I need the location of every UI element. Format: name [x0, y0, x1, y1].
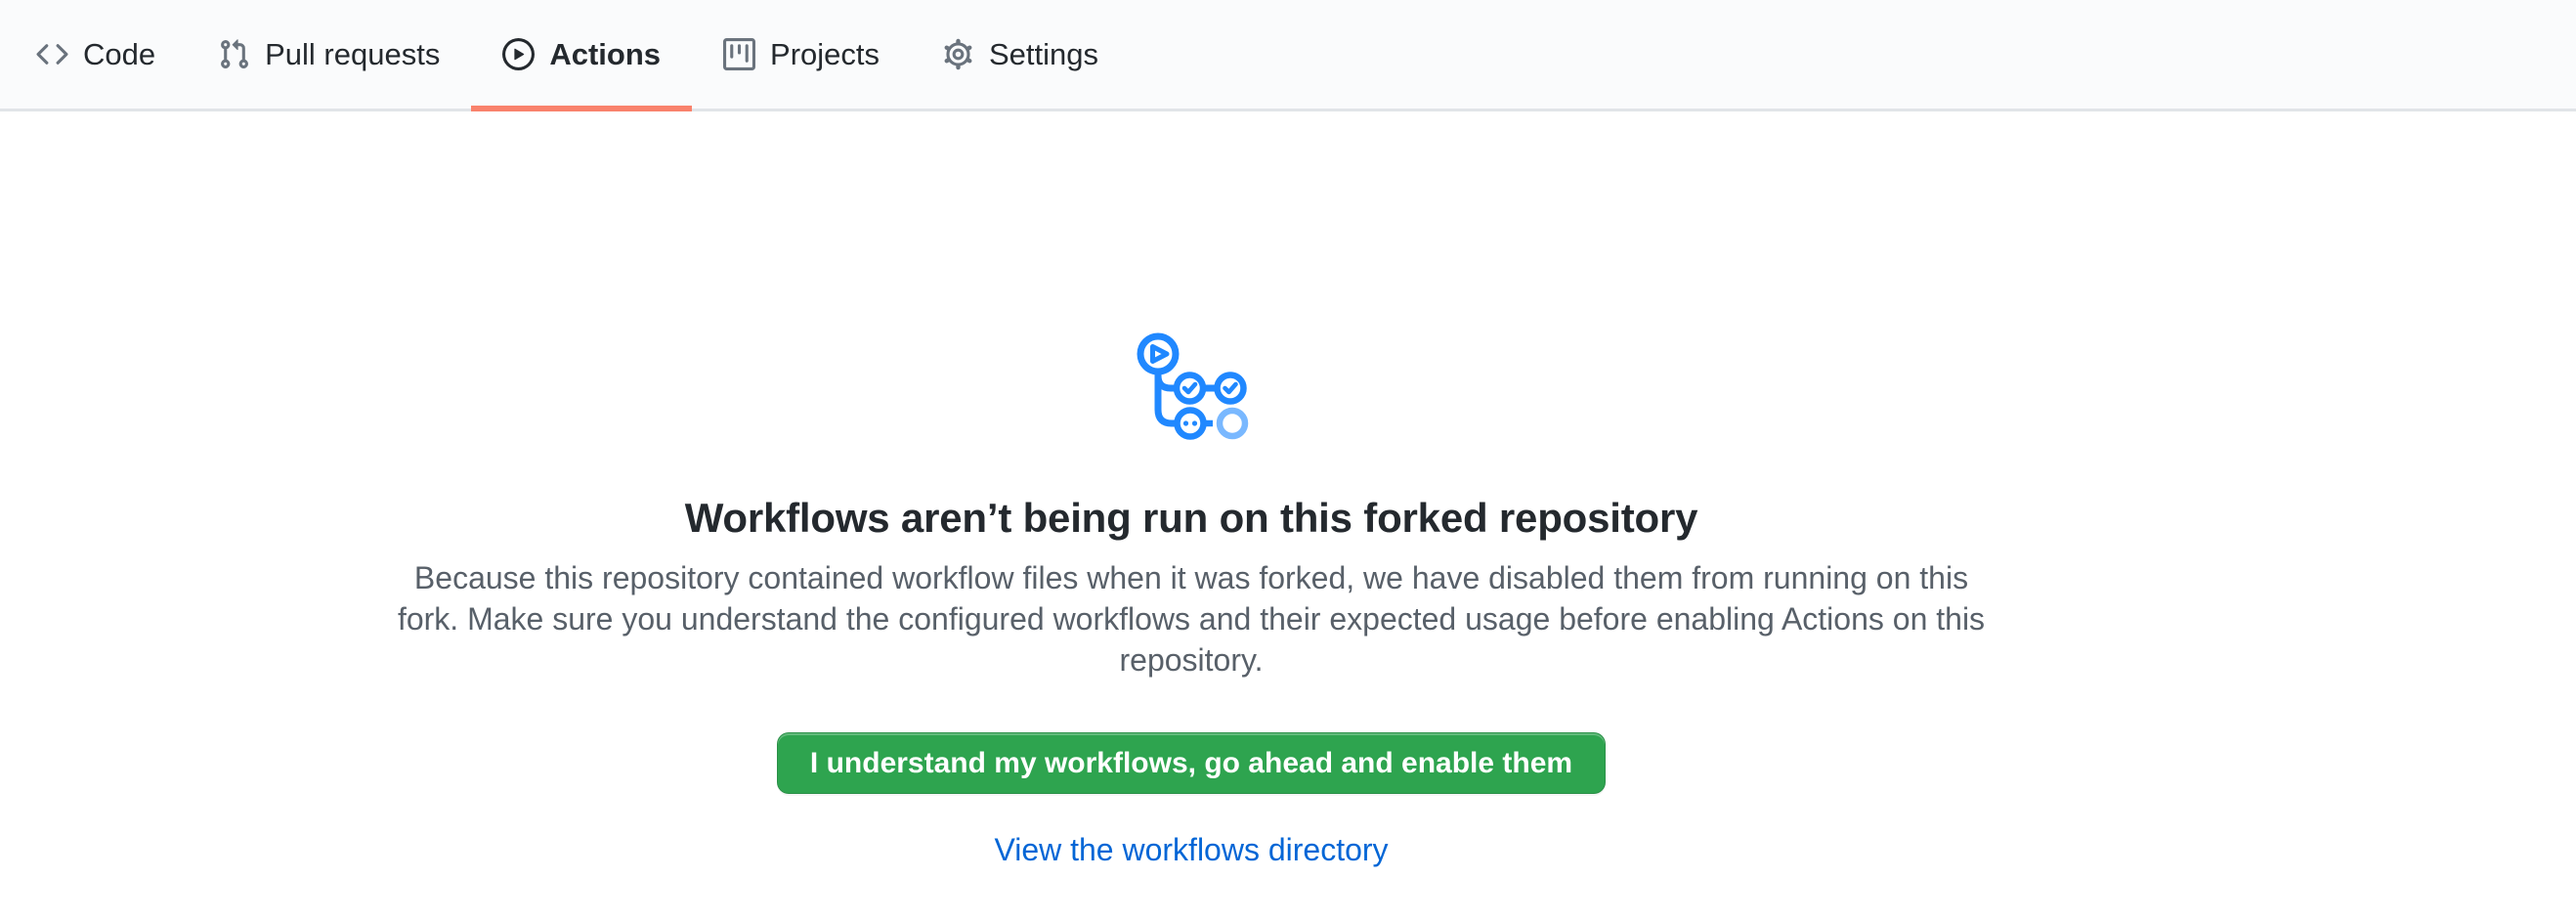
tab-actions[interactable]: Actions: [471, 0, 692, 109]
tab-settings[interactable]: Settings: [911, 0, 1130, 109]
tab-label: Code: [83, 39, 155, 69]
tab-label: Projects: [770, 39, 880, 69]
tab-projects[interactable]: Projects: [692, 0, 911, 109]
repo-tab-bar: Code Pull requests Actions Projects: [0, 0, 2576, 111]
tab-label: Settings: [989, 39, 1098, 69]
code-icon: [36, 38, 68, 70]
project-icon: [723, 38, 755, 70]
actions-workflow-icon: [1135, 330, 1249, 441]
tab-code[interactable]: Code: [5, 0, 187, 109]
play-icon: [502, 38, 535, 70]
enable-workflows-button[interactable]: I understand my workflows, go ahead and …: [777, 732, 1606, 794]
blankslate-heading: Workflows aren’t being run on this forke…: [385, 495, 1997, 542]
git-pull-request-icon: [218, 38, 250, 70]
gear-icon: [942, 38, 974, 70]
tab-label: Pull requests: [265, 39, 440, 69]
blankslate-description: Because this repository contained workfl…: [385, 557, 1997, 681]
tab-pull-requests[interactable]: Pull requests: [187, 0, 471, 109]
tab-label: Actions: [549, 39, 661, 69]
actions-blankslate: Workflows aren’t being run on this forke…: [0, 330, 2576, 868]
view-workflows-directory-link[interactable]: View the workflows directory: [994, 832, 1388, 867]
